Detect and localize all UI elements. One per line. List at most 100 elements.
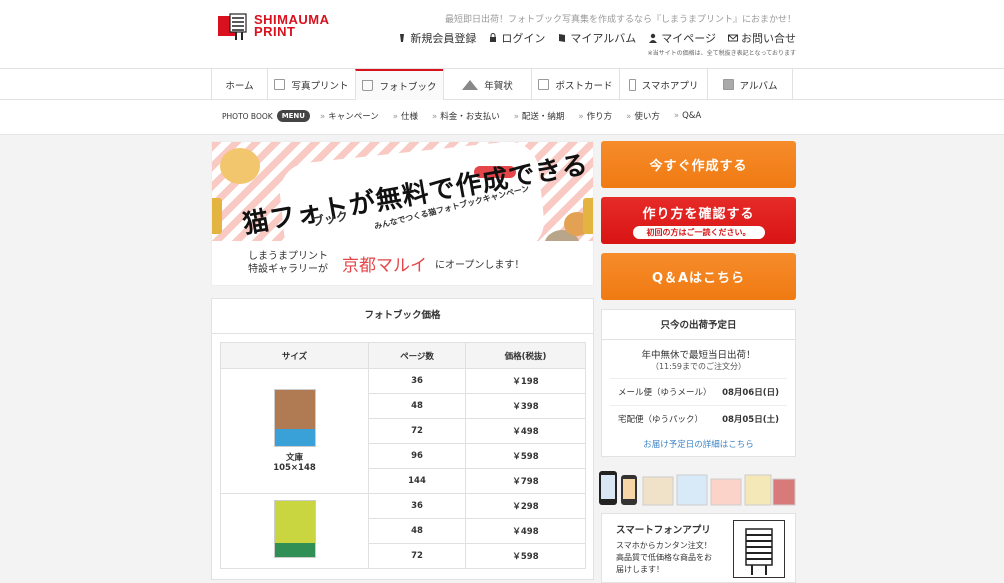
subnav-delivery[interactable]: » 配送・納期 [514,110,565,122]
login-label: ログイン [501,32,546,45]
banner-prev-button[interactable] [212,198,222,234]
mypage-link[interactable]: マイページ [648,30,716,46]
campaign-banner[interactable]: 猫フォトが無料で作成できる ブック みんなでつくる猫フォトブックキャンペーン し… [211,141,594,286]
zebra-logo-icon [216,10,250,42]
app-banner[interactable]: スマートフォンアプリ スマホからカンタン注文！ 高品質で低価格な商品をお 届けし… [599,469,796,583]
global-nav: ホーム 写真プリント フォトブック 年賀状 ポストカード スマホアプリ アルバム [0,68,1004,100]
nav-photobook[interactable]: フォトブック [355,69,443,100]
app-desc-line: スマホからカンタン注文！ [616,541,712,550]
nav-postcard[interactable]: ポストカード [531,69,619,100]
app-phones-image [599,471,796,506]
banner-place: 京都マルイ [342,255,427,276]
app-card: スマートフォンアプリ スマホからカンタン注文！ 高品質で低価格な商品をお 届けし… [601,513,796,583]
banner-next-button[interactable] [583,198,593,234]
contact-label: お問い合せ [741,32,796,45]
price-title: フォトブック価格 [212,299,593,334]
pages-cell: 48 [368,393,466,419]
zebra-app-icon [733,520,785,578]
size-cell-bunko: 文庫 105×148 [220,368,369,494]
signup-label: 新規会員登録 [410,32,477,45]
subnav-campaign[interactable]: » キャンペーン [320,110,379,122]
size-dim: 105×148 [273,463,316,473]
album-icon [722,79,734,90]
subnav-howto[interactable]: » 作り方 [578,110,612,122]
create-now-button[interactable]: 今すぐ作成する [601,141,796,188]
price-cell: ￥498 [465,518,586,544]
banner-gallery: しまうまプリント [248,251,328,262]
nav-photo-print-label: 写真プリント [291,80,349,92]
nav-album-label: アルバム [739,80,778,92]
banner-lower: しまうまプリント 特設ギャラリーが 京都マルイ にオープンします！ [212,241,593,285]
pages-cell: 72 [368,543,466,569]
pages-cell: 36 [368,493,466,519]
mail-icon [728,34,738,42]
phone-icon [628,78,636,91]
menu-button[interactable]: MENU [276,110,310,122]
myalbum-label: マイアルバム [570,32,637,45]
price-cell: ￥798 [465,468,586,494]
subnav-usage[interactable]: » 使い方 [626,110,660,122]
second-book-image [273,500,316,558]
nav-photobook-label: フォトブック [379,81,437,93]
login-link[interactable]: ログイン [488,30,545,46]
create-now-label: 今すぐ作成する [649,159,748,174]
nav-photo-print[interactable]: 写真プリント [267,69,355,100]
subnav-qa[interactable]: » Q&A [674,111,701,121]
pages-cell: 144 [368,468,466,494]
subnav-delivery-label: 配送・納期 [521,112,565,122]
price-cell: ￥298 [465,493,586,519]
shipping-row: メール便（ゆうメール） 08月06日(日) [610,378,787,405]
price-cell: ￥398 [465,393,586,419]
app-desc-line: 高品質で低価格な商品をお [616,553,712,562]
col-price: 価格(税抜) [465,342,586,369]
tagline: 最短即日出荷！フォトブック写真集を作成するなら『しまうまプリント』におまかせ！ [444,15,796,25]
utility-links: 新規会員登録 ログイン マイアルバム マイページ お問い合せ [397,30,796,46]
pages-cell: 96 [368,443,466,469]
nav-album[interactable]: アルバム [707,69,793,100]
shipping-date: 08月05日(土) [722,415,779,425]
nav-postcard-label: ポストカード [555,80,613,92]
tax-note: ※当サイトの価格は、全て税抜き表記となっております [647,50,796,57]
photobook-subnav: PHOTO BOOK MENU » キャンペーン » 仕様 » 料金・お支払い » 配送… [0,100,1004,135]
lock-icon [490,33,497,42]
size-name: 文庫 [285,453,303,463]
user-icon [400,34,405,42]
shipping-detail-link[interactable]: お届け予定日の詳細はこちら [610,438,787,450]
subnav-price[interactable]: » 料金・お支払い [432,110,500,122]
howto-button[interactable]: 作り方を確認する 初回の方はご一読ください。 [601,197,796,244]
nav-app[interactable]: スマホアプリ [619,69,707,100]
price-cell: ￥198 [465,368,586,394]
header: SHIMAUMA PRINT 最短即日出荷！フォトブック写真集を作成するなら『し… [0,0,1004,68]
pages-cell: 36 [368,368,466,394]
signup-link[interactable]: 新規会員登録 [397,30,476,46]
subnav-spec-label: 仕様 [400,112,418,122]
subnav-spec[interactable]: » 仕様 [393,110,418,122]
subnav-howto-label: 作り方 [586,112,613,122]
nav-nengajo[interactable]: 年賀状 [443,69,531,100]
postcard-icon [538,79,550,90]
banner-gallery2: 特設ギャラリーが [248,264,328,275]
brand-line2: PRINT [254,24,296,39]
price-cell: ￥498 [465,418,586,444]
shipping-title: 只今の出荷予定日 [602,310,795,340]
contact-link[interactable]: お問い合せ [728,30,796,46]
qa-button[interactable]: Q＆Aはこちら [601,253,796,300]
table-row: 36 ￥298 [220,493,586,569]
subnav-campaign-label: キャンペーン [328,112,379,122]
food-photo [220,148,260,184]
myalbum-link[interactable]: マイアルバム [557,30,636,46]
pages-cell: 48 [368,518,466,544]
shipping-cutoff: （11:59までのご注文分） [650,362,747,371]
howto-label: 作り方を確認する [642,206,755,222]
pages-cell: 72 [368,418,466,444]
table-row: 文庫 105×148 36 ￥198 [220,368,586,494]
shipping-date: 08月06日(日) [722,388,779,398]
col-pages: ページ数 [368,342,466,369]
sidebar: 今すぐ作成する 作り方を確認する 初回の方はご一読ください。 Q＆Aはこちら 只… [599,141,796,583]
photo-icon [274,79,286,90]
mountain-icon [462,80,479,90]
site-logo[interactable]: SHIMAUMA PRINT [216,10,330,42]
app-description: スマホからカンタン注文！ 高品質で低価格な商品をお 届けします！ [616,540,712,576]
nav-home[interactable]: ホーム [211,69,267,100]
col-size: サイズ [220,342,369,369]
